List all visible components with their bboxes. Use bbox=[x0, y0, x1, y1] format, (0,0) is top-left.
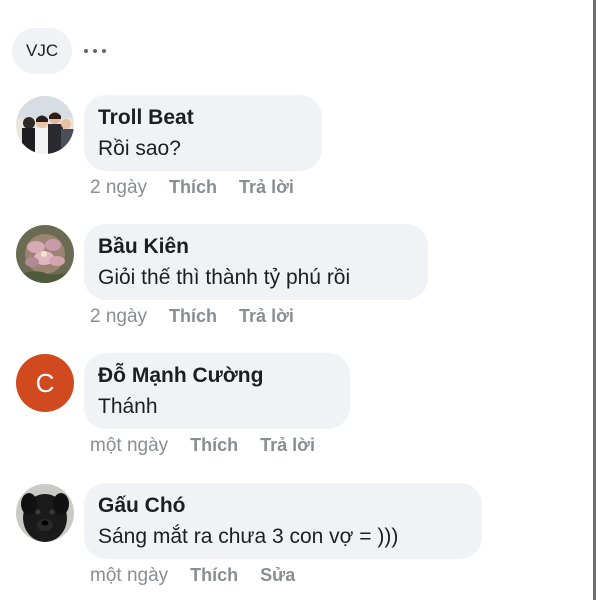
comment-item: C Đỗ Mạnh Cường Thánh một ngày Thích Trả… bbox=[16, 353, 516, 468]
comment-time[interactable]: 2 ngày bbox=[90, 306, 147, 328]
comment-item: Troll Beat Rồi sao? 2 ngày Thích Trả lời bbox=[16, 95, 516, 210]
comment-author[interactable]: Troll Beat bbox=[98, 106, 194, 130]
comment-time[interactable]: một ngày bbox=[90, 565, 168, 587]
avatar[interactable] bbox=[16, 225, 74, 283]
reply-button[interactable]: Trả lời bbox=[260, 435, 315, 456]
comment-text: Rồi sao? bbox=[98, 137, 181, 160]
tag-pill[interactable]: VJC bbox=[12, 28, 73, 74]
group-photo-avatar-icon bbox=[16, 96, 74, 154]
comment-meta: một ngày Thích Sửa bbox=[90, 565, 295, 587]
comment-meta: một ngày Thích Trả lời bbox=[90, 435, 315, 457]
comment-bubble: Bầu Kiên Giỏi thế thì thành tỷ phú rồi bbox=[84, 224, 428, 300]
comment-author[interactable]: Gấu Chó bbox=[98, 494, 186, 518]
comment-time[interactable]: 2 ngày bbox=[90, 177, 147, 199]
comment-header-row: VJC bbox=[12, 28, 107, 74]
comment-meta: 2 ngày Thích Trả lời bbox=[90, 306, 294, 328]
avatar-letter: C bbox=[35, 367, 55, 398]
avatar[interactable]: C bbox=[16, 354, 74, 412]
comments-page: VJC Troll Beat Rồi sao? 2 ngày Thích Trả… bbox=[0, 0, 600, 600]
scroll-edge-divider bbox=[593, 0, 596, 600]
comment-bubble: Đỗ Mạnh Cường Thánh bbox=[84, 353, 350, 429]
comment-author[interactable]: Đỗ Mạnh Cường bbox=[98, 364, 263, 388]
avatar[interactable] bbox=[16, 484, 74, 542]
comment-meta: 2 ngày Thích Trả lời bbox=[90, 177, 294, 199]
comment-time[interactable]: một ngày bbox=[90, 435, 168, 457]
avatar[interactable] bbox=[16, 96, 74, 154]
tag-label: VJC bbox=[26, 41, 59, 60]
comment-bubble: Troll Beat Rồi sao? bbox=[84, 95, 322, 171]
reply-button[interactable]: Trả lời bbox=[239, 177, 294, 198]
like-button[interactable]: Thích bbox=[190, 435, 238, 456]
comment-text: Sáng mắt ra chưa 3 con vợ = ))) bbox=[98, 525, 399, 548]
reply-button[interactable]: Trả lời bbox=[239, 306, 294, 327]
edit-button[interactable]: Sửa bbox=[260, 565, 295, 586]
comment-text: Giỏi thế thì thành tỷ phú rồi bbox=[98, 266, 351, 289]
comment-item: Gấu Chó Sáng mắt ra chưa 3 con vợ = ))) … bbox=[16, 483, 516, 598]
like-button[interactable]: Thích bbox=[190, 565, 238, 586]
like-button[interactable]: Thích bbox=[169, 306, 217, 327]
comment-bubble: Gấu Chó Sáng mắt ra chưa 3 con vợ = ))) bbox=[84, 483, 482, 559]
more-horizontal-icon[interactable] bbox=[84, 49, 107, 53]
comment-text: Thánh bbox=[98, 395, 158, 418]
comment-author[interactable]: Bầu Kiên bbox=[98, 235, 189, 259]
like-button[interactable]: Thích bbox=[169, 177, 217, 198]
dog-avatar-icon bbox=[16, 484, 74, 542]
comment-item: Bầu Kiên Giỏi thế thì thành tỷ phú rồi 2… bbox=[16, 224, 516, 339]
flower-avatar-icon bbox=[16, 225, 74, 283]
